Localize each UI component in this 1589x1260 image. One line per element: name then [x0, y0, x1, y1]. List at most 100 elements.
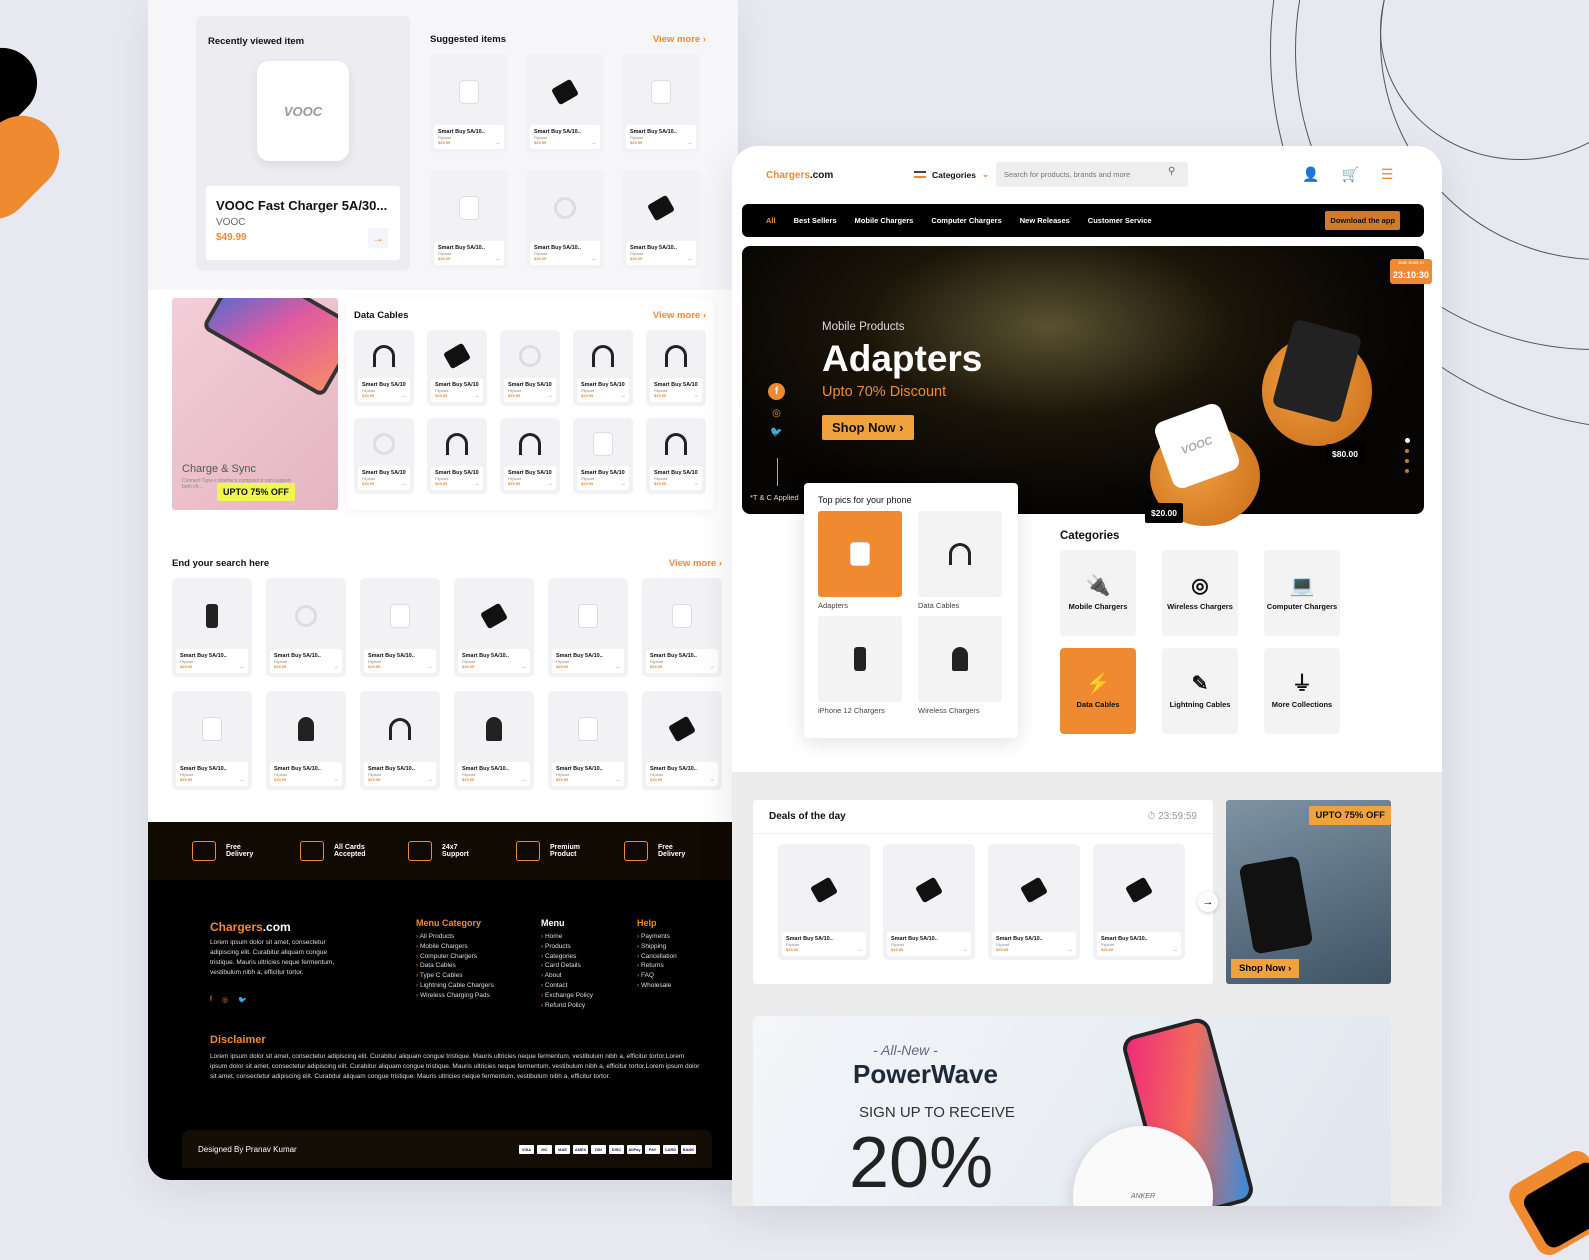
- arrow-right-icon[interactable]: →: [333, 664, 339, 670]
- arrow-right-icon[interactable]: →: [474, 481, 480, 487]
- arrow-right-icon[interactable]: →: [687, 140, 693, 146]
- arrow-right-icon[interactable]: →: [401, 393, 407, 399]
- footer-link[interactable]: Cancellation: [637, 952, 677, 962]
- category-item[interactable]: ◎ Wireless Chargers: [1162, 550, 1238, 636]
- product-card[interactable]: Smart Buy 5A/10.. Flipkart $29.99 →: [526, 170, 604, 269]
- arrow-right-icon[interactable]: →: [495, 256, 501, 262]
- arrow-right-icon[interactable]: →: [521, 664, 527, 670]
- product-card[interactable]: Smart Buy 5A/10.. Flipkart $29.99 →: [172, 691, 252, 790]
- slide-dot[interactable]: [1405, 449, 1409, 453]
- hamburger-menu-icon[interactable]: ☰: [1381, 166, 1394, 183]
- user-icon[interactable]: 👤: [1302, 166, 1319, 183]
- product-card[interactable]: Smart Buy 5A/10.. Flipkart $29.99 →: [430, 170, 508, 269]
- product-card[interactable]: Smart Buy 5A/10.. Flipkart $29.99 →: [526, 54, 604, 153]
- next-arrow-button[interactable]: →: [1198, 892, 1218, 912]
- facebook-icon[interactable]: f: [210, 996, 212, 1004]
- product-card[interactable]: Smart Buy 5A/10.. Flipkart $29.99 →: [1093, 844, 1185, 960]
- arrow-right-icon[interactable]: →: [495, 140, 501, 146]
- nav-item[interactable]: New Releases: [1020, 216, 1070, 225]
- footer-link[interactable]: Wholesale: [637, 981, 677, 991]
- charge-sync-promo[interactable]: Charge & Sync Connect Type-c interface c…: [172, 298, 338, 510]
- product-card[interactable]: Smart Buy 5A/10.. Flipkart $29.99 →: [172, 578, 252, 677]
- product-card[interactable]: Smart Buy 5A/10.. Flipkart $29.99 →: [548, 578, 628, 677]
- product-card[interactable]: Smart Buy 5A/10.. Flipkart $29.99 →: [883, 844, 975, 960]
- arrow-right-icon[interactable]: →: [693, 393, 699, 399]
- product-card[interactable]: Smart Buy 5A/10.. Flipkart $29.99 →: [642, 691, 722, 790]
- product-card[interactable]: Smart Buy 5A/10.. Flipkart $29.99 →: [266, 691, 346, 790]
- view-more-link[interactable]: View more ›: [653, 34, 706, 45]
- footer-logo[interactable]: Chargers.com: [210, 920, 291, 934]
- arrow-right-icon[interactable]: →: [474, 393, 480, 399]
- product-card[interactable]: Smart Buy 5A/10.. Flipkart $29.99 →: [548, 691, 628, 790]
- footer-link[interactable]: Categories: [541, 952, 593, 962]
- footer-link[interactable]: Wireless Charging Pads: [416, 991, 494, 1001]
- product-card[interactable]: Smart Buy 5A/10.. Flipkart $29.99 →: [500, 418, 560, 494]
- arrow-right-icon[interactable]: →: [620, 393, 626, 399]
- footer-link[interactable]: Card Details: [541, 961, 593, 971]
- arrow-right-icon[interactable]: →: [615, 777, 621, 783]
- product-card[interactable]: Smart Buy 5A/10.. Flipkart $29.99 →: [266, 578, 346, 677]
- view-more-link[interactable]: View more ›: [653, 310, 706, 321]
- footer-link[interactable]: Contact: [541, 981, 593, 991]
- slide-dot[interactable]: [1405, 459, 1409, 463]
- recent-product-card[interactable]: VOOC Fast Charger 5A/30... VOOC $49.99 →: [206, 186, 400, 260]
- arrow-right-icon[interactable]: →: [401, 481, 407, 487]
- search-input[interactable]: [996, 162, 1188, 187]
- slide-dot[interactable]: [1405, 469, 1409, 473]
- arrow-right-icon[interactable]: →: [239, 664, 245, 670]
- category-item[interactable]: 💻 Computer Chargers: [1264, 550, 1340, 636]
- shop-now-button[interactable]: Shop Now ›: [1231, 959, 1300, 978]
- nav-item[interactable]: Best Sellers: [794, 216, 837, 225]
- category-item[interactable]: ⚡ Data Cables: [1060, 648, 1136, 734]
- nav-item[interactable]: Computer Chargers: [931, 216, 1001, 225]
- slide-dot[interactable]: [1405, 438, 1410, 443]
- top-pick-item[interactable]: iPhone 12 Chargers: [818, 616, 902, 715]
- product-card[interactable]: Smart Buy 5A/10.. Flipkart $29.99 →: [646, 418, 706, 494]
- arrow-right-icon[interactable]: →: [547, 393, 553, 399]
- view-more-link[interactable]: View more ›: [669, 558, 722, 569]
- arrow-right-icon[interactable]: →: [521, 777, 527, 783]
- footer-link[interactable]: Computer Chargers: [416, 952, 494, 962]
- arrow-right-icon[interactable]: →: [591, 256, 597, 262]
- product-card[interactable]: Smart Buy 5A/10.. Flipkart $29.99 →: [622, 54, 700, 153]
- product-card[interactable]: Smart Buy 5A/10.. Flipkart $29.99 →: [360, 578, 440, 677]
- shop-now-button[interactable]: Shop Now ›: [822, 415, 914, 440]
- footer-link[interactable]: Payments: [637, 932, 677, 942]
- footer-link[interactable]: Shipping: [637, 942, 677, 952]
- instagram-icon[interactable]: ◎: [222, 996, 228, 1004]
- footer-link[interactable]: Lightning Cable Chargers: [416, 981, 494, 991]
- product-card[interactable]: Smart Buy 5A/10.. Flipkart $29.99 →: [430, 54, 508, 153]
- product-card[interactable]: Smart Buy 5A/10.. Flipkart $29.99 →: [988, 844, 1080, 960]
- arrow-right-icon[interactable]: →: [333, 777, 339, 783]
- footer-link[interactable]: Home: [541, 932, 593, 942]
- nav-all[interactable]: All: [766, 216, 776, 225]
- product-card[interactable]: Smart Buy 5A/10.. Flipkart $29.99 →: [454, 578, 534, 677]
- arrow-right-icon[interactable]: →: [427, 664, 433, 670]
- product-card[interactable]: Smart Buy 5A/10.. Flipkart $29.99 →: [354, 330, 414, 406]
- top-pick-item[interactable]: Wireless Chargers: [918, 616, 1002, 715]
- top-pick-item[interactable]: Data Cables: [918, 511, 1002, 610]
- arrow-right-icon[interactable]: →: [709, 777, 715, 783]
- twitter-icon[interactable]: 🐦: [770, 427, 782, 438]
- category-item[interactable]: 🔌 Mobile Chargers: [1060, 550, 1136, 636]
- powerwave-banner[interactable]: - All-New - PowerWave SIGN UP TO RECEIVE…: [753, 1016, 1391, 1206]
- search-icon[interactable]: ⚲: [1168, 166, 1175, 177]
- wireless-dock-promo[interactable]: UPTO 75% OFF Shop Now ›: [1226, 800, 1391, 984]
- twitter-icon[interactable]: 🐦: [238, 996, 247, 1004]
- footer-link[interactable]: FAQ: [637, 971, 677, 981]
- arrow-right-icon[interactable]: →: [615, 664, 621, 670]
- instagram-icon[interactable]: ◎: [772, 408, 781, 419]
- product-card[interactable]: Smart Buy 5A/10.. Flipkart $29.99 →: [354, 418, 414, 494]
- product-card[interactable]: Smart Buy 5A/10.. Flipkart $29.99 →: [573, 330, 633, 406]
- category-item[interactable]: ⏚ More Collections: [1264, 648, 1340, 734]
- nav-item[interactable]: Mobile Chargers: [855, 216, 914, 225]
- product-card[interactable]: Smart Buy 5A/10.. Flipkart $29.99 →: [573, 418, 633, 494]
- product-card[interactable]: Smart Buy 5A/10.. Flipkart $29.99 →: [427, 330, 487, 406]
- product-card[interactable]: Smart Buy 5A/10.. Flipkart $29.99 →: [778, 844, 870, 960]
- product-card[interactable]: Smart Buy 5A/10.. Flipkart $29.99 →: [454, 691, 534, 790]
- product-card[interactable]: Smart Buy 5A/10.. Flipkart $29.99 →: [360, 691, 440, 790]
- arrow-right-icon[interactable]: →: [591, 140, 597, 146]
- arrow-right-icon[interactable]: →: [620, 481, 626, 487]
- download-app-button[interactable]: Download the app: [1325, 211, 1400, 230]
- arrow-right-icon[interactable]: →: [368, 228, 388, 248]
